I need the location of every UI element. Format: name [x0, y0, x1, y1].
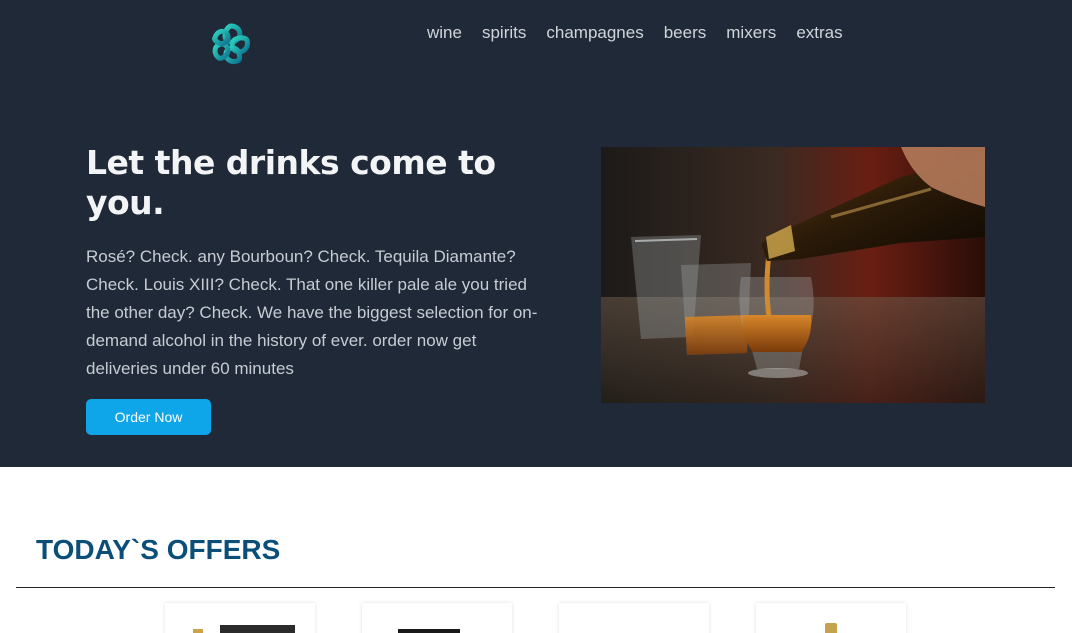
nav-link-mixers[interactable]: mixers [726, 22, 776, 44]
offers-title: TODAY`S OFFERS [36, 534, 281, 565]
hero-section: wine spirits champagnes beers mixers ext… [0, 0, 1072, 467]
offer-card[interactable] [756, 603, 906, 633]
carousel-fade [0, 600, 1072, 633]
whiskey-pour-photo [601, 147, 985, 403]
offers-divider [16, 587, 1055, 588]
hero-description: Rosé? Check. any Bourboun? Check. Tequil… [86, 247, 538, 378]
nav-link-wine[interactable]: wine [427, 22, 462, 44]
main-nav: wine spirits champagnes beers mixers ext… [427, 22, 843, 44]
offer-card[interactable] [165, 603, 315, 633]
nav-link-spirits[interactable]: spirits [482, 22, 526, 44]
hero-title: Let the drinks come to you. [86, 143, 496, 222]
nav-link-champagnes[interactable]: champagnes [546, 22, 643, 44]
offer-card[interactable] [559, 603, 709, 633]
knot-logo-icon[interactable] [205, 18, 257, 68]
nav-link-beers[interactable]: beers [664, 22, 707, 44]
offer-card[interactable] [362, 603, 512, 633]
order-now-button[interactable]: Order Now [86, 399, 211, 435]
nav-link-extras[interactable]: extras [796, 22, 842, 44]
